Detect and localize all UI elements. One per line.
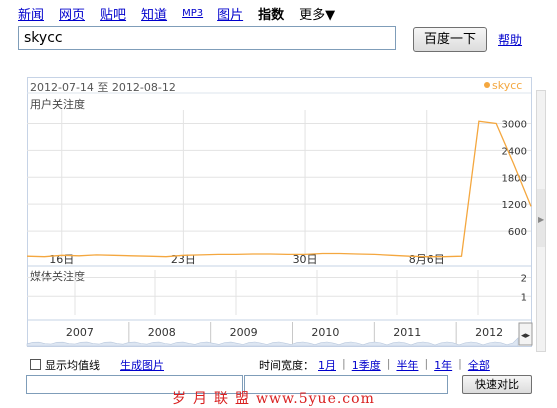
timeline-year-label: 2009 bbox=[230, 326, 258, 339]
watermark-char: 岁 bbox=[172, 391, 187, 407]
time-width-selector: 时间宽度： 1月 | 1季度 | 半年 | 1年 | 全部 bbox=[259, 357, 490, 373]
time-option-half-year[interactable]: 半年 bbox=[396, 357, 418, 373]
media-y-tick-label: 2 bbox=[521, 274, 527, 285]
show-average-label: 显示均值线 bbox=[45, 359, 100, 372]
series-line bbox=[26, 120, 532, 258]
timeline-area bbox=[26, 337, 519, 347]
timeline-year-label: 2007 bbox=[66, 326, 94, 339]
y-tick-label: 600 bbox=[508, 227, 527, 238]
side-arrow-icon: ▶ bbox=[538, 215, 545, 224]
average-checkbox[interactable] bbox=[30, 359, 41, 370]
generate-image-link[interactable]: 生成图片 bbox=[120, 357, 164, 373]
watermark: 岁月联盟 www.5yue.com bbox=[172, 388, 381, 408]
time-width-label: 时间宽度： bbox=[259, 359, 314, 372]
chart-svg: ◂▸ 6001200180024003000 16日 23日 30日 8月6日 12 … bbox=[26, 92, 533, 347]
time-option-all[interactable]: 全部 bbox=[468, 357, 490, 373]
watermark-url: www.5yue.com bbox=[256, 391, 375, 407]
timeline-year-label: 2012 bbox=[475, 326, 503, 339]
quick-compare-button[interactable]: 快速对比 bbox=[462, 375, 532, 394]
timeline-year-label: 2010 bbox=[311, 326, 339, 339]
y-tick-label: 1200 bbox=[502, 200, 527, 211]
y-tick-label: 1800 bbox=[502, 173, 527, 184]
x-tick-label: 8月6日 bbox=[409, 253, 445, 266]
time-option-quarter[interactable]: 1季度 bbox=[352, 357, 381, 373]
y-tick-label: 3000 bbox=[502, 119, 527, 130]
timeline-year-label: 2011 bbox=[393, 326, 421, 339]
timeline-year-label: 2008 bbox=[148, 326, 176, 339]
watermark-char: 月 bbox=[193, 391, 208, 407]
watermark-char: 盟 bbox=[235, 391, 250, 407]
time-option-1-month[interactable]: 1月 bbox=[318, 357, 336, 373]
timeline-handle-arrows-icon: ◂▸ bbox=[521, 331, 531, 341]
watermark-char: 联 bbox=[214, 391, 229, 407]
media-y-tick-label: 1 bbox=[521, 292, 527, 303]
time-option-1-year[interactable]: 1年 bbox=[434, 357, 452, 373]
show-average-toggle[interactable]: 显示均值线 bbox=[30, 357, 100, 373]
chart-side-scroll[interactable]: ▶ bbox=[536, 90, 546, 352]
y-tick-label: 2400 bbox=[502, 146, 527, 157]
